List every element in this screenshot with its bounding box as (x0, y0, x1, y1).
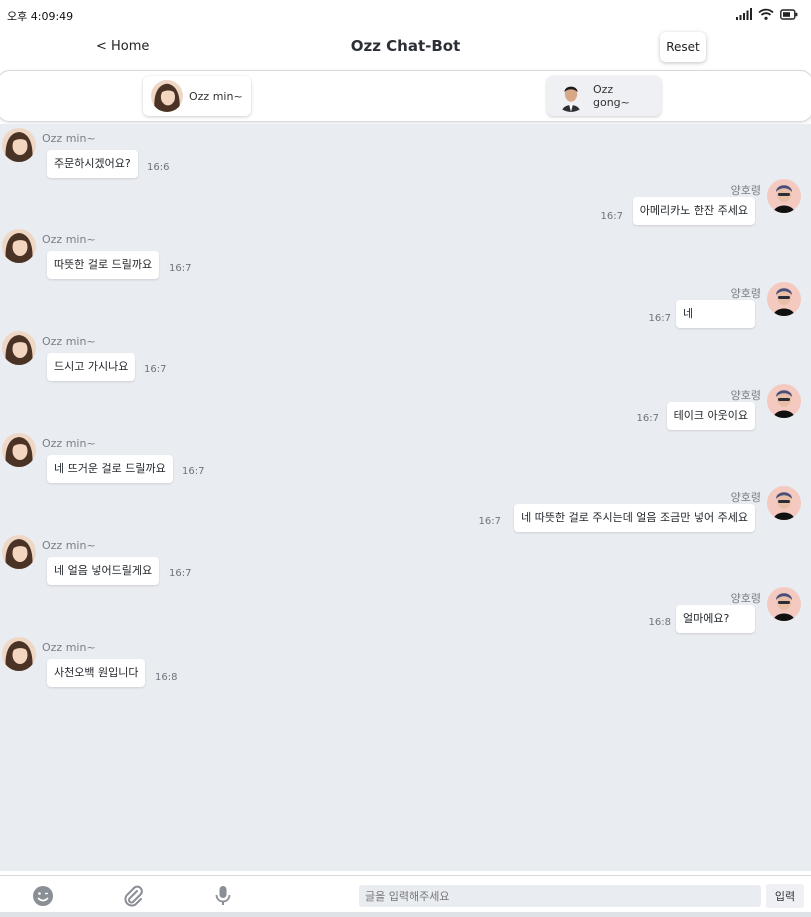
bot-tab-label: Ozz min~ (189, 89, 243, 103)
message-sender: Ozz min~ (42, 539, 96, 552)
avatar (767, 282, 801, 316)
message-bubble: 사천오백 원입니다 (47, 659, 146, 687)
message-time: 16:7 (169, 568, 192, 579)
battery-icon (780, 8, 798, 20)
avatar (151, 80, 183, 112)
message-sender: 양호령 (730, 184, 761, 197)
message-bot: Ozz min~ 네 얼음 넣어드릴게요 16:7 (0, 535, 811, 587)
message-bubble: 얼마에요? (676, 605, 755, 633)
message-bubble: 드시고 가시나요 (47, 353, 136, 381)
message-user: 양호령 아메리카노 한잔 주세요 16:7 (0, 179, 811, 231)
avatar (2, 433, 36, 467)
message-bubble: 네 (676, 300, 755, 328)
message-user: 양호령 네 따뜻한 걸로 주시는데 얼음 조금만 넣어 주세요 16:7 (0, 486, 811, 538)
avatar (2, 637, 36, 671)
message-user: 양호령 테이크 아웃이요 16:7 (0, 384, 811, 436)
avatar (2, 535, 36, 569)
chat-area: Ozz min~ 주문하시겠어요? 16:6 양호령 아메리카노 한잔 주세요 … (0, 124, 811, 871)
message-bot: Ozz min~ 네 뜨거운 걸로 드릴까요 16:7 (0, 433, 811, 485)
message-time: 16:8 (648, 617, 671, 628)
avatar (767, 179, 801, 213)
message-bubble: 아메리카노 한잔 주세요 (632, 197, 755, 225)
message-user: 양호령 얼마에요? 16:8 (0, 587, 811, 639)
avatar (767, 384, 801, 418)
message-time: 16:6 (147, 162, 170, 173)
signal-icon (736, 8, 752, 20)
message-bot: Ozz min~ 따뜻한 걸로 드릴까요 16:7 (0, 229, 811, 281)
message-sender: Ozz min~ (42, 437, 96, 450)
wifi-icon (758, 8, 774, 20)
emoji-icon[interactable] (31, 884, 55, 908)
send-button[interactable]: 입력 (766, 884, 804, 908)
reset-button[interactable]: Reset (660, 32, 706, 62)
message-time: 16:7 (182, 466, 205, 477)
app-header: < Home Ozz Chat-Bot Reset (0, 30, 811, 66)
message-sender: Ozz min~ (42, 233, 96, 246)
message-input[interactable] (359, 885, 761, 907)
status-icons (736, 8, 798, 20)
bot-tab-ozz-gong[interactable]: Ozz gong~ (547, 76, 661, 116)
avatar (555, 80, 587, 112)
status-bar: 오후 4:09:49 (0, 0, 811, 28)
message-sender: Ozz min~ (42, 132, 96, 145)
message-time: 16:7 (636, 413, 659, 424)
message-time: 16:7 (478, 516, 501, 527)
bot-selector: Ozz min~ Ozz gong~ (0, 70, 811, 122)
status-time: 오후 4:09:49 (7, 10, 74, 23)
avatar (767, 587, 801, 621)
avatar (767, 486, 801, 520)
message-sender: 양호령 (730, 592, 761, 605)
message-time: 16:7 (648, 313, 671, 324)
message-bot: Ozz min~ 주문하시겠어요? 16:6 (0, 128, 811, 180)
message-bot: Ozz min~ 드시고 가시나요 16:7 (0, 331, 811, 383)
bot-tab-ozz-min[interactable]: Ozz min~ (143, 76, 251, 116)
message-bubble: 네 따뜻한 걸로 주시는데 얼음 조금만 넣어 주세요 (514, 504, 755, 532)
composer-bar: 입력 (0, 875, 811, 917)
avatar (2, 229, 36, 263)
bottom-divider (0, 912, 811, 917)
message-bubble: 테이크 아웃이요 (666, 402, 755, 430)
message-time: 16:8 (155, 672, 178, 683)
microphone-icon[interactable] (211, 884, 235, 908)
message-sender: 양호령 (730, 389, 761, 402)
avatar (2, 331, 36, 365)
message-sender: 양호령 (730, 287, 761, 300)
message-time: 16:7 (169, 263, 192, 274)
message-bot: Ozz min~ 사천오백 원입니다 16:8 (0, 637, 811, 689)
message-time: 16:7 (144, 364, 167, 375)
message-sender: Ozz min~ (42, 641, 96, 654)
message-sender: Ozz min~ (42, 335, 96, 348)
message-time: 16:7 (600, 211, 623, 222)
message-bubble: 네 얼음 넣어드릴게요 (47, 557, 160, 585)
message-bubble: 따뜻한 걸로 드릴까요 (47, 251, 160, 279)
bot-tab-label: Ozz gong~ (593, 83, 630, 109)
message-sender: 양호령 (730, 491, 761, 504)
message-user: 양호령 네 16:7 (0, 282, 811, 334)
message-bubble: 네 뜨거운 걸로 드릴까요 (47, 455, 173, 483)
paperclip-icon[interactable] (121, 884, 145, 908)
message-bubble: 주문하시겠어요? (47, 150, 138, 178)
avatar (2, 128, 36, 162)
